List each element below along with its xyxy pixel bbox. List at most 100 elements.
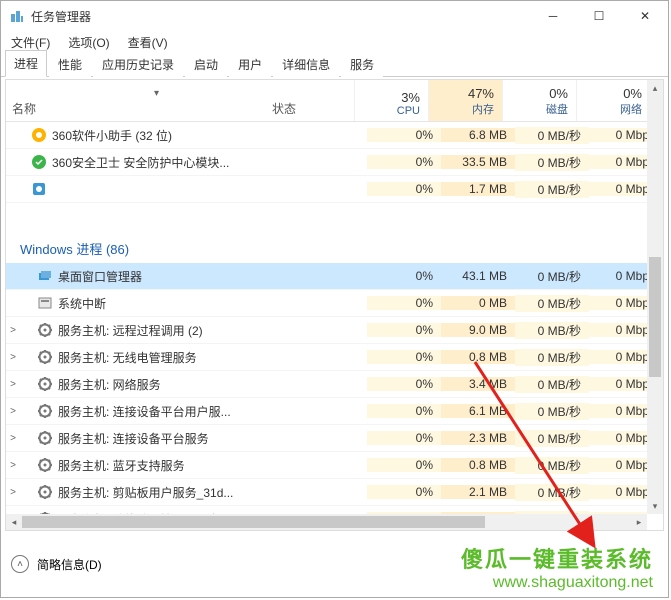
group-header[interactable]: Windows 进程 (86) [6, 233, 663, 263]
cpu-label: CPU [397, 105, 420, 117]
process-icon [36, 456, 54, 474]
maximize-button[interactable]: ☐ [576, 1, 622, 31]
process-grid: ▾ 名称 状态 3% CPU 47% 内存 0% 磁盘 0% 网络 360软件小… [5, 79, 664, 531]
cell-mem: 2.3 MB [441, 431, 515, 445]
process-icon [36, 348, 54, 366]
titlebar[interactable]: 任务管理器 ─ ☐ ✕ [1, 1, 668, 31]
expand-icon[interactable]: > [6, 460, 20, 471]
expand-icon[interactable]: > [6, 433, 20, 444]
process-name: 服务主机: 剪贴板用户服务_31d... [58, 484, 367, 501]
tab-processes[interactable]: 进程 [5, 50, 47, 77]
table-row[interactable]: >服务主机: 远程过程调用 (2)0%9.0 MB0 MB/秒0 Mbps [6, 317, 663, 344]
scrollbar-vertical[interactable]: ▴ ▾ [647, 80, 663, 514]
process-name: 服务主机: 无线电管理服务 [58, 349, 367, 366]
brief-info-link[interactable]: 简略信息(D) [37, 556, 102, 573]
table-row[interactable]: >服务主机: 剪贴板用户服务_31d...0%2.1 MB0 MB/秒0 Mbp… [6, 479, 663, 506]
expand-icon[interactable]: > [6, 487, 20, 498]
cpu-pct: 3% [401, 90, 420, 105]
table-row[interactable]: >服务主机: 无线电管理服务0%0.8 MB0 MB/秒0 Mbps [6, 344, 663, 371]
window-buttons: ─ ☐ ✕ [530, 1, 668, 31]
process-icon [36, 267, 54, 285]
tab-performance[interactable]: 性能 [49, 51, 91, 77]
table-row[interactable]: >服务主机: 功能访问管理器服务0%1.1 MB0 MB/秒0 Mbps [6, 506, 663, 514]
cell-disk: 0 MB/秒 [515, 268, 589, 285]
tab-details[interactable]: 详细信息 [273, 51, 339, 77]
cell-disk: 0 MB/秒 [515, 403, 589, 420]
chevron-down-icon[interactable]: ▾ [154, 88, 159, 99]
expand-icon[interactable]: > [6, 406, 20, 417]
cell-disk: 0 MB/秒 [515, 376, 589, 393]
scroll-down-icon[interactable]: ▾ [647, 498, 663, 514]
process-name: 360软件小助手 (32 位) [52, 127, 367, 144]
watermark-url: www.shaguaxitong.net [461, 574, 653, 592]
col-status[interactable]: 状态 [266, 80, 354, 121]
expand-icon[interactable]: > [6, 379, 20, 390]
cell-cpu: 0% [367, 323, 441, 337]
cell-mem: 0.8 MB [441, 350, 515, 364]
cell-disk: 0 MB/秒 [515, 295, 589, 312]
disk-label: 磁盘 [546, 101, 568, 117]
tab-users[interactable]: 用户 [229, 51, 271, 77]
table-row[interactable]: >服务主机: 连接设备平台服务0%2.3 MB0 MB/秒0 Mbps [6, 425, 663, 452]
menu-options[interactable]: 选项(O) [64, 32, 113, 53]
cell-cpu: 0% [367, 431, 441, 445]
process-name: 服务主机: 蓝牙支持服务 [58, 457, 367, 474]
table-row[interactable]: 系统中断0%0 MB0 MB/秒0 Mbps [6, 290, 663, 317]
minimize-button[interactable]: ─ [530, 1, 576, 31]
col-mem[interactable]: 47% 内存 [428, 80, 502, 121]
scroll-left-icon[interactable]: ◂ [6, 514, 22, 530]
expand-icon[interactable]: > [6, 352, 20, 363]
collapse-icon[interactable]: ˄ [11, 555, 29, 573]
rows-container: 360软件小助手 (32 位)0%6.8 MB0 MB/秒0 Mbps360安全… [6, 122, 663, 514]
table-row[interactable]: >服务主机: 蓝牙支持服务0%0.8 MB0 MB/秒0 Mbps [6, 452, 663, 479]
cell-cpu: 0% [367, 377, 441, 391]
scroll-h-track[interactable] [22, 514, 631, 530]
menu-view[interactable]: 查看(V) [124, 32, 172, 53]
process-name: 服务主机: 网络服务 [58, 376, 367, 393]
cell-disk: 0 MB/秒 [515, 154, 589, 171]
col-disk[interactable]: 0% 磁盘 [502, 80, 576, 121]
tab-startup[interactable]: 启动 [185, 51, 227, 77]
scroll-up-icon[interactable]: ▴ [647, 80, 663, 96]
col-net[interactable]: 0% 网络 [576, 80, 650, 121]
process-icon [30, 180, 48, 198]
cell-cpu: 0% [367, 155, 441, 169]
process-icon [30, 126, 48, 144]
process-icon [36, 429, 54, 447]
table-row[interactable]: >服务主机: 网络服务0%3.4 MB0 MB/秒0 Mbps [6, 371, 663, 398]
scroll-v-track[interactable] [647, 96, 663, 498]
scroll-right-icon[interactable]: ▸ [631, 514, 647, 530]
expand-icon[interactable]: > [6, 325, 20, 336]
table-row[interactable]: 桌面窗口管理器0%43.1 MB0 MB/秒0 Mbps [6, 263, 663, 290]
column-headers: ▾ 名称 状态 3% CPU 47% 内存 0% 磁盘 0% 网络 [6, 80, 663, 122]
net-label: 网络 [620, 101, 642, 117]
table-row[interactable]: 0%1.7 MB0 MB/秒0 Mbps [6, 176, 663, 203]
process-name: 服务主机: 连接设备平台用户服... [58, 403, 367, 420]
table-row[interactable]: 360安全卫士 安全防护中心模块...0%33.5 MB0 MB/秒0 Mbps [6, 149, 663, 176]
cell-disk: 0 MB/秒 [515, 127, 589, 144]
scroll-h-thumb[interactable] [22, 516, 485, 528]
cell-cpu: 0% [367, 296, 441, 310]
close-button[interactable]: ✕ [622, 1, 668, 31]
col-cpu[interactable]: 3% CPU [354, 80, 428, 121]
table-row[interactable]: 360软件小助手 (32 位)0%6.8 MB0 MB/秒0 Mbps [6, 122, 663, 149]
cell-mem: 1.7 MB [441, 182, 515, 196]
cell-mem: 33.5 MB [441, 155, 515, 169]
col-name[interactable]: 名称 [6, 80, 266, 121]
table-row[interactable]: >服务主机: 连接设备平台用户服...0%6.1 MB0 MB/秒0 Mbps [6, 398, 663, 425]
tab-services[interactable]: 服务 [341, 51, 383, 77]
cell-disk: 0 MB/秒 [515, 484, 589, 501]
cell-cpu: 0% [367, 128, 441, 142]
window-title: 任务管理器 [31, 8, 91, 25]
scrollbar-horizontal[interactable]: ◂ ▸ [6, 514, 647, 530]
process-icon [30, 153, 48, 171]
cell-mem: 3.4 MB [441, 377, 515, 391]
scroll-v-thumb[interactable] [649, 257, 661, 378]
tabs: 进程 性能 应用历史记录 启动 用户 详细信息 服务 [1, 53, 668, 77]
cell-cpu: 0% [367, 182, 441, 196]
process-name: 系统中断 [58, 295, 367, 312]
cell-mem: 6.8 MB [441, 128, 515, 142]
menubar: 文件(F) 选项(O) 查看(V) [1, 31, 668, 53]
cell-disk: 0 MB/秒 [515, 322, 589, 339]
tab-history[interactable]: 应用历史记录 [93, 51, 183, 77]
